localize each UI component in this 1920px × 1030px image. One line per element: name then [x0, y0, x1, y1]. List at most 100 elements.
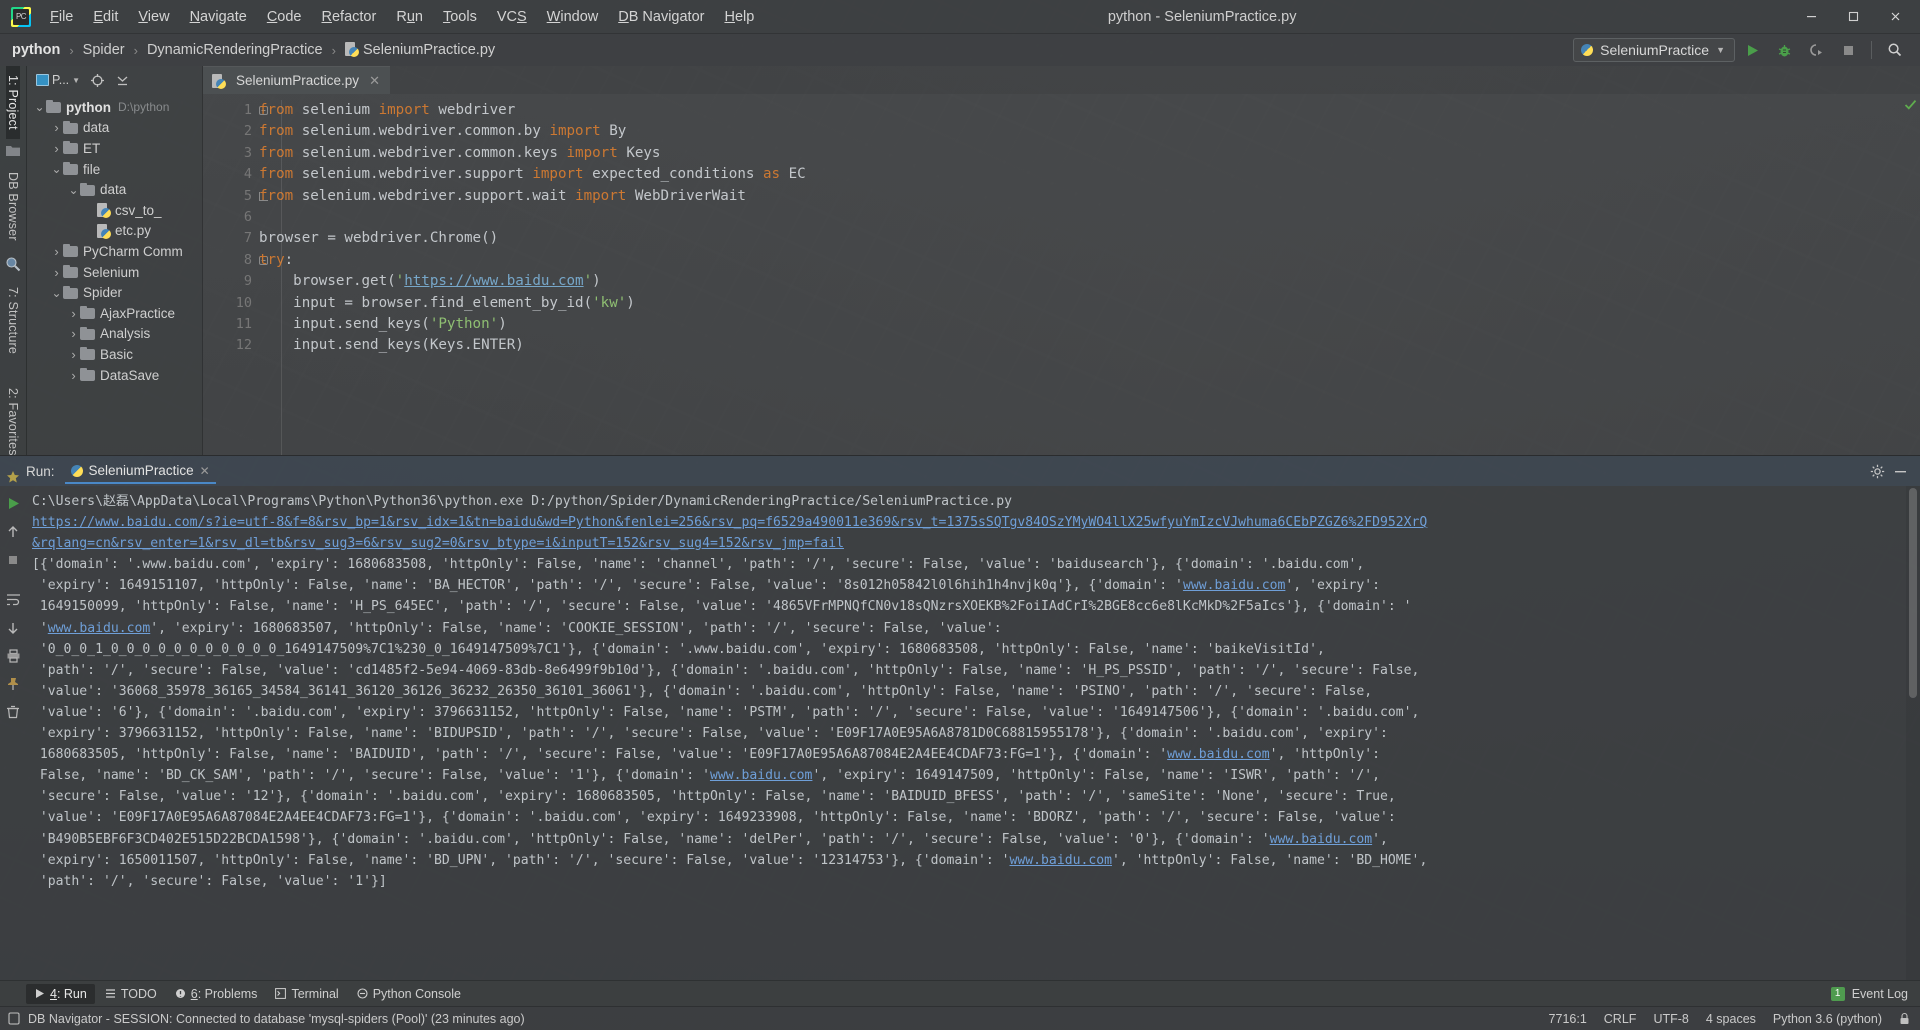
console-hyperlink[interactable]: www.baidu.com: [1183, 578, 1285, 593]
menu-item-db-navigator[interactable]: DB Navigator: [608, 5, 714, 29]
tool-window-terminal[interactable]: Terminal: [267, 984, 346, 1004]
clear-all-trash-icon[interactable]: [4, 702, 23, 721]
line-number-gutter[interactable]: 1−2 3 4 5 6 7 8−9 10 11 12: [203, 94, 268, 455]
event-log-area[interactable]: 1 Event Log: [1830, 986, 1920, 1001]
tool-window-todo[interactable]: TODO: [97, 984, 165, 1004]
tree-node-basic[interactable]: › Basic: [27, 344, 202, 365]
chevron-right-icon[interactable]: ›: [67, 307, 80, 320]
tree-node-data[interactable]: ⌄ data: [27, 179, 202, 200]
chevron-right-icon[interactable]: ›: [50, 245, 63, 258]
code-line[interactable]: from selenium import webdriver: [259, 100, 1904, 121]
scroll-from-source-icon[interactable]: [86, 70, 109, 91]
line-number[interactable]: 3: [203, 143, 259, 164]
console-hyperlink[interactable]: www.baidu.com: [1270, 832, 1372, 847]
code-url-link[interactable]: https://www.baidu.com: [404, 273, 583, 289]
chevron-right-icon[interactable]: ›: [67, 348, 80, 361]
line-number[interactable]: 4: [203, 164, 259, 185]
minimize-icon[interactable]: [1790, 1, 1832, 33]
tool-window-python-console[interactable]: Python Console: [349, 984, 469, 1004]
line-number[interactable]: 5: [203, 186, 268, 207]
code-text[interactable]: from selenium import webdriver from selen…: [259, 94, 1904, 455]
tree-node-spider[interactable]: ⌄ Spider: [27, 282, 202, 303]
tree-node-etc-py[interactable]: etc.py: [27, 221, 202, 242]
code-line[interactable]: input.send_keys('Python'): [259, 314, 1904, 335]
menu-item-refactor[interactable]: Refactor: [312, 5, 387, 29]
tree-node-analysis[interactable]: › Analysis: [27, 324, 202, 345]
console-hyperlink[interactable]: www.baidu.com: [48, 621, 150, 636]
chevron-down-icon[interactable]: ⌄: [50, 163, 63, 175]
code-line[interactable]: from selenium.webdriver.common.by import…: [259, 121, 1904, 142]
code-line[interactable]: browser.get('https://www.baidu.com'): [259, 271, 1904, 292]
chevron-right-icon[interactable]: ›: [67, 327, 80, 340]
line-number[interactable]: 8−: [203, 250, 268, 271]
maximize-icon[interactable]: [1832, 1, 1874, 33]
tree-node-et[interactable]: › ET: [27, 138, 202, 159]
stop-square-icon[interactable]: [1833, 37, 1863, 63]
menu-item-vcs[interactable]: VCS: [487, 5, 537, 29]
project-view-selector[interactable]: P... ▼: [32, 70, 84, 90]
menu-item-run[interactable]: Run: [386, 5, 433, 29]
code-line[interactable]: browser = webdriver.Chrome(): [259, 228, 1904, 249]
chevron-right-icon[interactable]: ›: [50, 121, 63, 134]
soft-wrap-icon[interactable]: [4, 590, 23, 609]
gear-settings-icon[interactable]: [1868, 462, 1887, 481]
menu-item-file[interactable]: File: [40, 5, 83, 29]
rerun-play-icon[interactable]: [4, 494, 23, 513]
magnifier-search-icon[interactable]: [1880, 37, 1910, 63]
code-editor[interactable]: 1−2 3 4 5 6 7 8−9 10 11 12 from selenium import w…: [203, 94, 1920, 455]
line-number[interactable]: 2: [203, 121, 259, 142]
line-number[interactable]: 10: [203, 293, 259, 314]
run-with-coverage-icon[interactable]: [1801, 37, 1831, 63]
tree-node-data[interactable]: › data: [27, 118, 202, 139]
caret-position[interactable]: 7716:1: [1549, 1012, 1587, 1026]
run-configuration-selector[interactable]: SeleniumPractice ▼: [1573, 38, 1735, 62]
breadcrumb-item-dynamicrenderingpractice[interactable]: DynamicRenderingPractice: [145, 42, 325, 58]
lock-icon[interactable]: [1899, 1012, 1910, 1025]
menu-item-tools[interactable]: Tools: [433, 5, 487, 29]
run-play-icon[interactable]: [1737, 37, 1767, 63]
line-number[interactable]: 9: [203, 271, 259, 292]
tab-seleniumpractice-py[interactable]: SeleniumPractice.py ✕: [203, 66, 390, 94]
close-icon[interactable]: [1874, 1, 1916, 33]
tree-node-selenium[interactable]: › Selenium: [27, 262, 202, 283]
debug-bug-icon[interactable]: [1769, 37, 1799, 63]
tree-node-file[interactable]: ⌄ file: [27, 159, 202, 180]
code-line[interactable]: from selenium.webdriver.support.wait imp…: [259, 186, 1904, 207]
chevron-down-icon[interactable]: ⌄: [50, 287, 63, 299]
code-line[interactable]: try:: [259, 250, 1904, 271]
code-line[interactable]: [259, 207, 1904, 228]
code-line[interactable]: from selenium.webdriver.support import e…: [259, 164, 1904, 185]
chevron-down-icon[interactable]: ⌄: [33, 101, 46, 113]
line-number[interactable]: 6: [203, 207, 259, 228]
breadcrumb-item-spider[interactable]: Spider: [81, 42, 127, 58]
sidebar-item-project[interactable]: 1: Project: [6, 66, 20, 139]
file-encoding[interactable]: UTF-8: [1653, 1012, 1688, 1026]
tool-window-6-problems[interactable]: 6: Problems: [167, 984, 266, 1004]
sidebar-item-structure[interactable]: 7: Structure: [6, 278, 20, 363]
line-separator[interactable]: CRLF: [1604, 1012, 1637, 1026]
menu-item-navigate[interactable]: Navigate: [180, 5, 257, 29]
console-hyperlink[interactable]: www.baidu.com: [1010, 853, 1112, 868]
inspection-ok-check-icon[interactable]: [1904, 98, 1917, 111]
line-number[interactable]: 7: [203, 228, 259, 249]
console-scrollbar[interactable]: [1906, 486, 1920, 980]
code-line[interactable]: input = browser.find_element_by_id('kw'): [259, 293, 1904, 314]
tree-node-ajaxpractice[interactable]: › AjaxPractice: [27, 303, 202, 324]
project-tree[interactable]: ⌄ python D:\python › data › ET ⌄ file ⌄ data csv_to…: [27, 94, 202, 455]
editor-marker-bar[interactable]: [1904, 94, 1920, 455]
hide-panel-icon[interactable]: [1891, 462, 1910, 481]
collapse-all-icon[interactable]: [111, 70, 134, 91]
console-output[interactable]: C:\Users\赵磊\AppData\Local\Programs\Pytho…: [26, 486, 1906, 980]
menu-item-window[interactable]: Window: [537, 5, 609, 29]
print-icon[interactable]: [4, 646, 23, 665]
line-number[interactable]: 12: [203, 335, 259, 356]
chevron-down-icon[interactable]: ⌄: [67, 184, 80, 196]
console-hyperlink[interactable]: www.baidu.com: [710, 768, 812, 783]
chevron-right-icon[interactable]: ›: [50, 142, 63, 155]
indent-setting[interactable]: 4 spaces: [1706, 1012, 1756, 1026]
tool-window-4-run[interactable]: 4: Run: [26, 983, 95, 1004]
pin-tab-icon[interactable]: [4, 674, 23, 693]
scroll-down-icon[interactable]: [4, 618, 23, 637]
sidebar-item-favorites[interactable]: 2: Favorites: [6, 379, 20, 465]
breadcrumb-item-python[interactable]: python: [10, 42, 62, 58]
